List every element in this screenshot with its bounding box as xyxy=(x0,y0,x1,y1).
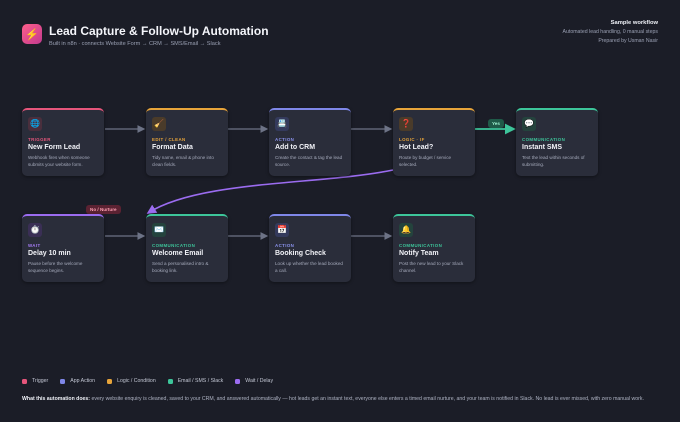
timer-icon: ⏱️ xyxy=(28,223,42,237)
legend-swatch xyxy=(235,378,241,384)
node-tag: ACTION xyxy=(275,137,295,142)
node-tag: TRIGGER xyxy=(28,137,51,142)
connector-hotlead-to-email xyxy=(146,169,394,214)
node-title: Hot Lead? xyxy=(399,144,434,151)
legend-swatch xyxy=(60,378,66,384)
node-description: Create the contact & tag the lead source… xyxy=(275,155,343,167)
node-title: Notify Team xyxy=(399,250,439,257)
node-tag: COMMUNICATION xyxy=(152,243,196,248)
node-title: Add to CRM xyxy=(275,144,316,151)
legend-item-trigger: Trigger xyxy=(22,378,48,384)
legend: Trigger App Action Logic / Condition Ema… xyxy=(22,378,273,384)
calendar-icon: 📅 xyxy=(275,223,289,237)
node-title: Format Data xyxy=(152,144,193,151)
node-tag: EDIT / CLEAN xyxy=(152,137,186,142)
legend-label: Trigger xyxy=(32,378,49,384)
node-tag: ACTION xyxy=(275,243,295,248)
envelope-icon: ✉️ xyxy=(152,223,166,237)
legend-item-logic: Logic / Condition xyxy=(107,378,156,384)
branch-label-yes: Yes xyxy=(488,119,504,128)
node-title: Booking Check xyxy=(275,250,326,257)
node-instant-sms[interactable]: 💬 COMMUNICATION Instant SMS Text the lea… xyxy=(516,108,598,176)
node-add-to-crm[interactable]: 📇 ACTION Add to CRM Create the contact &… xyxy=(269,108,351,176)
node-description: Look up whether the lead booked a call. xyxy=(275,261,343,273)
globe-icon: 🌐 xyxy=(28,117,42,131)
node-description: Tidy name, email & phone into clean fiel… xyxy=(152,155,214,167)
legend-item-communication: Email / SMS / Slack xyxy=(167,378,224,384)
legend-swatch xyxy=(107,378,113,384)
node-tag: WAIT xyxy=(28,243,41,248)
legend-item-app-action: App Action xyxy=(60,378,95,384)
bell-icon: 🔔 xyxy=(399,223,413,237)
summary-text: every website enquiry is cleaned, saved … xyxy=(91,396,644,402)
legend-label: Wait / Delay xyxy=(245,378,274,384)
node-tag: COMMUNICATION xyxy=(522,137,566,142)
node-description: Route by budget / service selected. xyxy=(399,155,452,167)
legend-label: Logic / Condition xyxy=(117,378,156,384)
node-new-form-lead[interactable]: 🌐 TRIGGER New Form Lead Webhook fires wh… xyxy=(22,108,104,176)
legend-label: Email / SMS / Slack xyxy=(177,378,224,384)
node-hot-lead[interactable]: ❓ LOGIC · IF Hot Lead? Route by budget /… xyxy=(393,108,475,176)
node-description: Post the new lead to your Slack channel. xyxy=(399,261,464,273)
chat-icon: 💬 xyxy=(522,117,536,131)
node-format-data[interactable]: 🧹 EDIT / CLEAN Format Data Tidy name, em… xyxy=(146,108,228,176)
node-title: New Form Lead xyxy=(28,144,81,151)
node-description: Webhook fires when someone submits your … xyxy=(28,155,90,167)
legend-label: App Action xyxy=(70,378,96,384)
node-title: Delay 10 min xyxy=(28,250,71,257)
legend-swatch xyxy=(22,378,27,384)
node-title: Instant SMS xyxy=(522,144,563,151)
node-delay[interactable]: ⏱️ WAIT Delay 10 min Pause before the we… xyxy=(22,214,104,282)
node-notify-team[interactable]: 🔔 COMMUNICATION Notify Team Post the new… xyxy=(393,214,475,282)
legend-swatch xyxy=(167,378,173,384)
node-description: Send a personalised intro & booking link… xyxy=(152,261,209,273)
legend-item-wait: Wait / Delay xyxy=(235,378,273,384)
node-tag: COMMUNICATION xyxy=(399,243,443,248)
node-booking-check[interactable]: 📅 ACTION Booking Check Look up whether t… xyxy=(269,214,351,282)
node-description: Text the lead within seconds of submitti… xyxy=(522,155,585,167)
automation-summary: What this automation does: every website… xyxy=(22,396,662,402)
node-title: Welcome Email xyxy=(152,250,204,257)
node-description: Pause before the welcome sequence begins… xyxy=(28,261,83,273)
branch-label-no: No / Nurture xyxy=(86,205,121,214)
summary-lead: What this automation does: xyxy=(22,396,91,402)
broom-icon: 🧹 xyxy=(152,117,166,131)
question-icon: ❓ xyxy=(399,117,413,131)
node-tag: LOGIC · IF xyxy=(399,137,425,142)
database-icon: 📇 xyxy=(275,117,289,131)
node-welcome-email[interactable]: ✉️ COMMUNICATION Welcome Email Send a pe… xyxy=(146,214,228,282)
